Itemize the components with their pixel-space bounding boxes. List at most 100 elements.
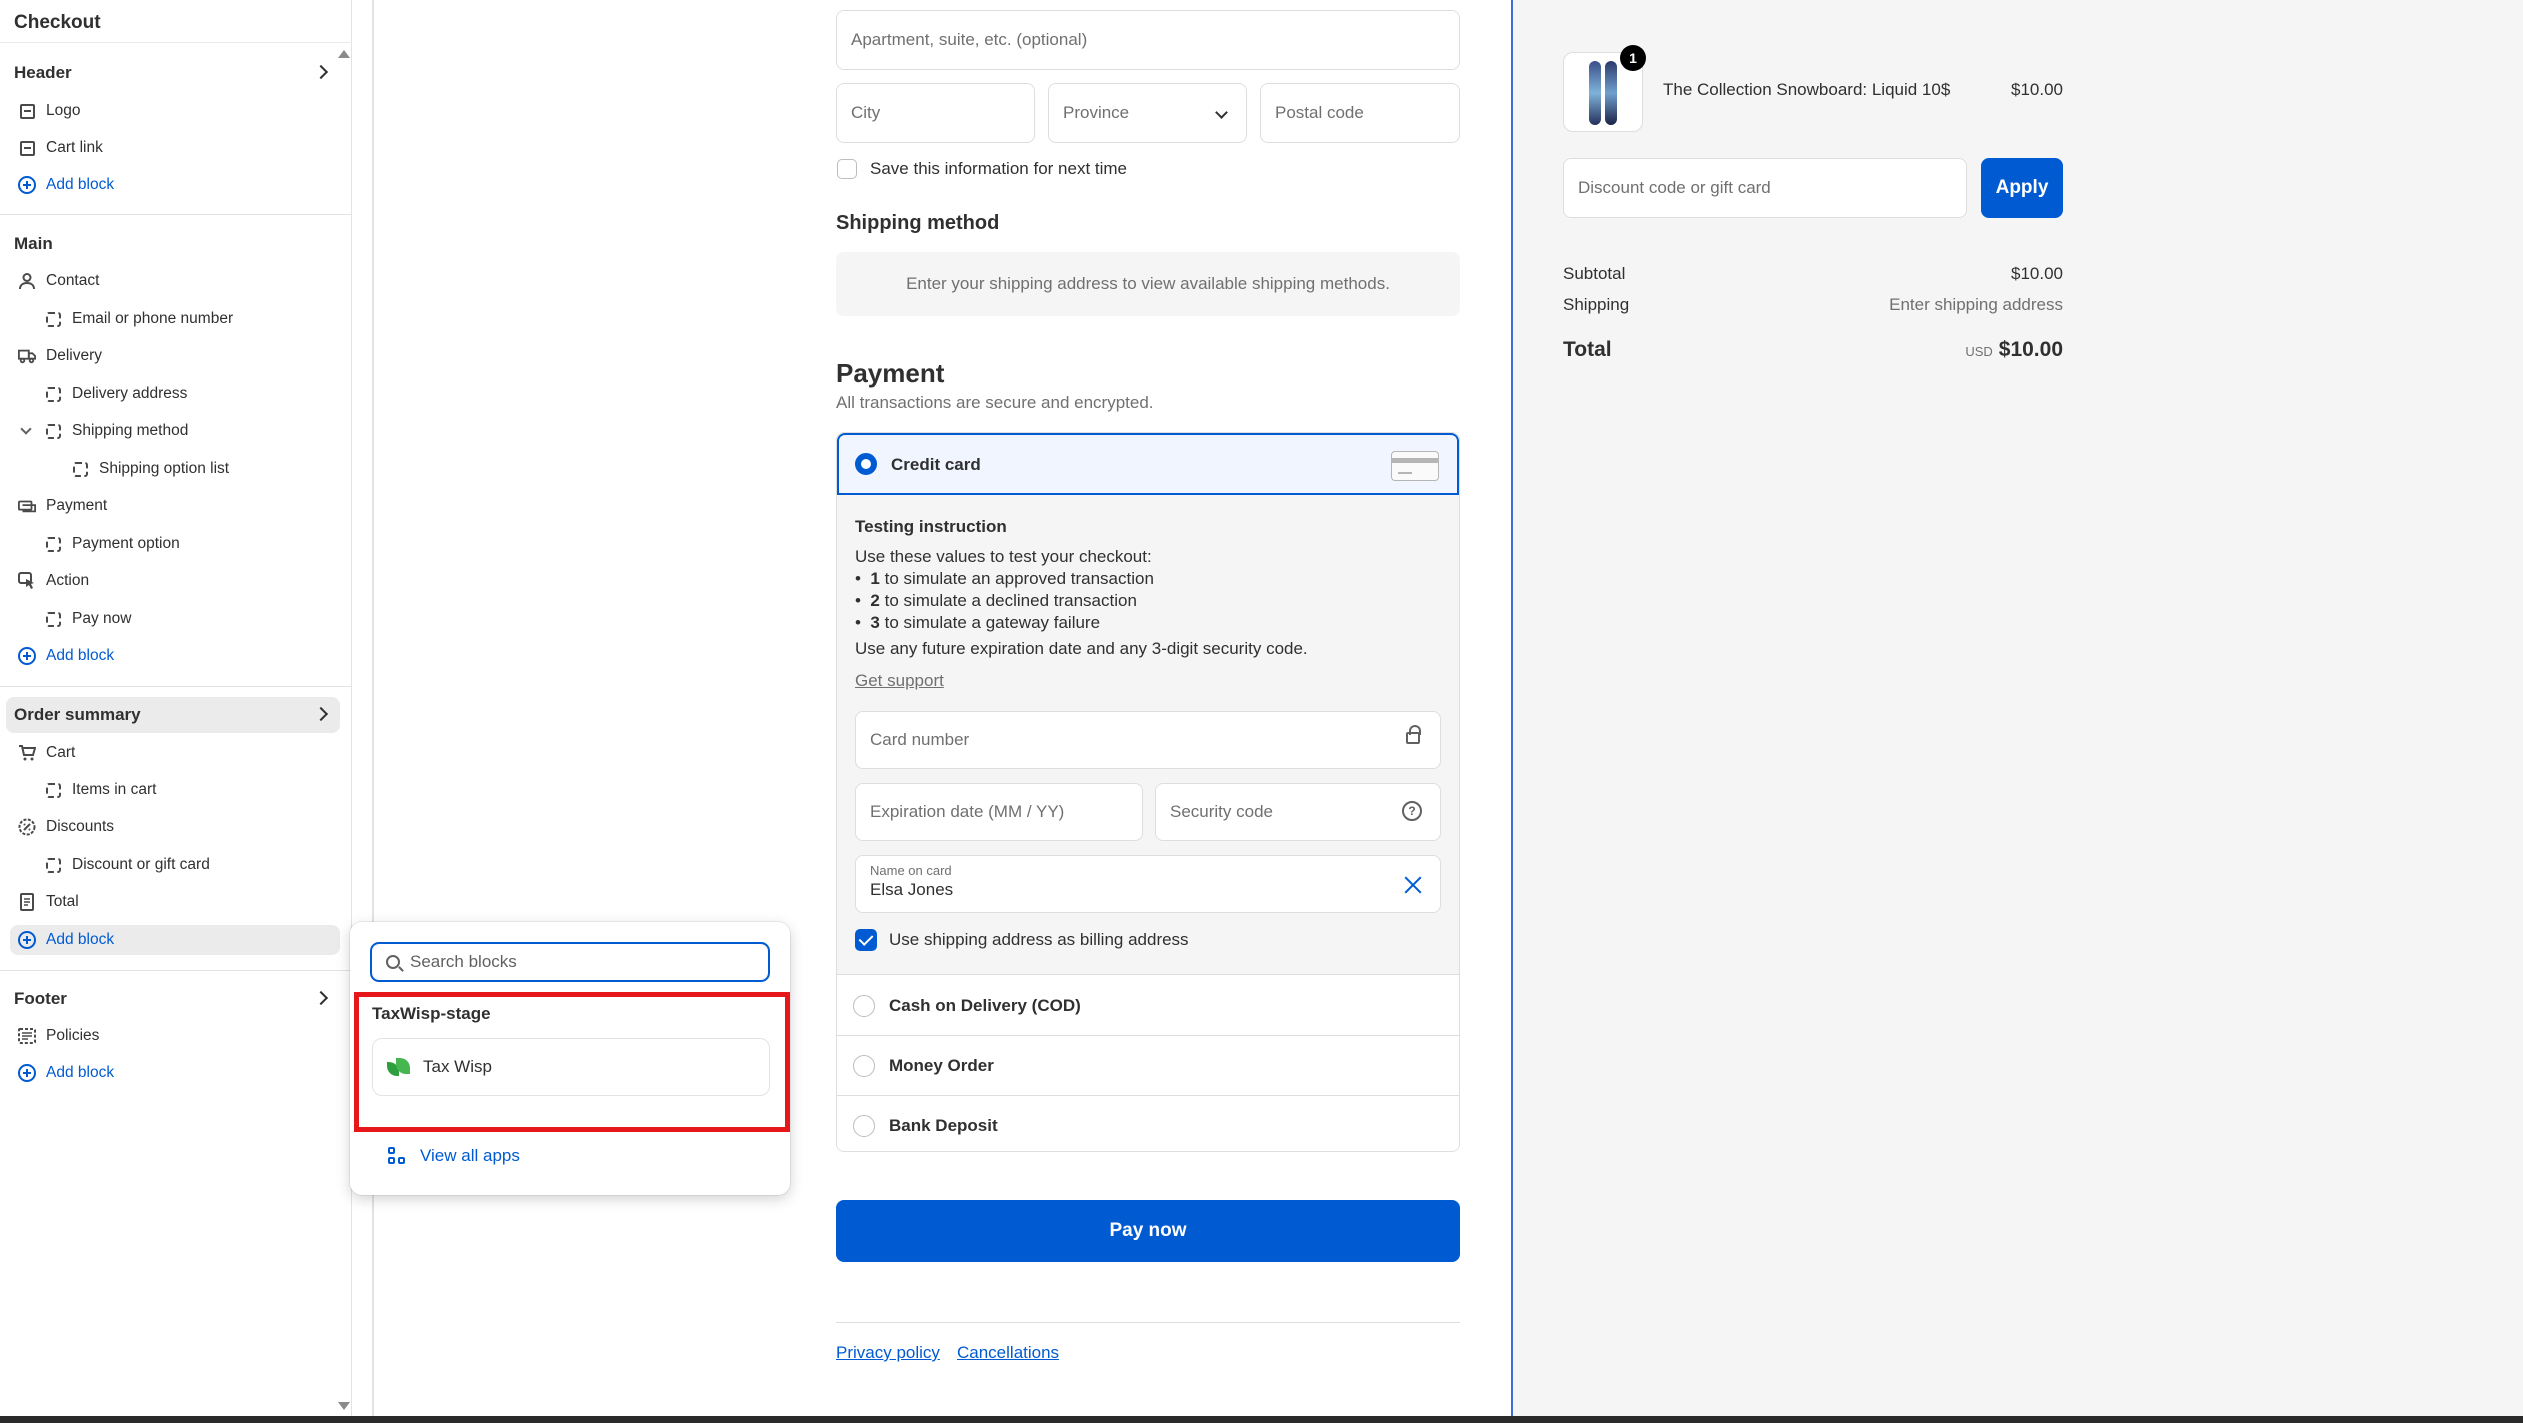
credit-card-label: Credit card — [891, 455, 981, 474]
cod-radio[interactable] — [853, 995, 875, 1017]
block-cart-link[interactable]: Cart link — [18, 133, 103, 163]
save-info-label: Save this information for next time — [870, 159, 1128, 178]
billing-same-checkbox[interactable] — [855, 929, 877, 951]
province-select[interactable]: Province — [1048, 83, 1247, 143]
discount-icon — [18, 818, 36, 836]
block-policies[interactable]: Policies — [18, 1021, 99, 1051]
apply-discount-button[interactable]: Apply — [1981, 158, 2063, 218]
apps-icon — [388, 1147, 406, 1165]
block-delivery[interactable]: Delivery — [18, 341, 102, 371]
block-total[interactable]: Total — [18, 887, 79, 917]
product-name: The Collection Snowboard: Liquid 10$ — [1663, 80, 1951, 99]
block-label: Logo — [46, 102, 81, 119]
payment-option-cod[interactable]: Cash on Delivery (COD) — [837, 976, 1459, 1036]
apartment-input[interactable]: Apartment, suite, etc. (optional) — [836, 10, 1460, 70]
divider — [0, 214, 352, 215]
section-main[interactable]: Main — [6, 226, 340, 262]
block-delivery-address[interactable]: Delivery address — [44, 379, 187, 409]
cancellations-link[interactable]: Cancellations — [957, 1343, 1059, 1363]
section-header-label: Header — [14, 63, 72, 82]
plus-circle-icon — [18, 176, 36, 194]
shipping-method-message: Enter your shipping address to view avai… — [836, 252, 1460, 316]
block-discounts[interactable]: Discounts — [18, 812, 114, 842]
section-footer[interactable]: Footer — [6, 981, 340, 1017]
get-support-link[interactable]: Get support — [855, 671, 944, 691]
postal-code-input[interactable]: Postal code — [1260, 83, 1460, 143]
credit-card-radio[interactable] — [855, 453, 877, 475]
city-input[interactable]: City — [836, 83, 1035, 143]
chevron-down-icon[interactable] — [20, 423, 32, 435]
divider — [0, 42, 352, 43]
expiration-date-input[interactable]: Expiration date (MM / YY) — [855, 783, 1143, 841]
app-block-tax-wisp[interactable]: Tax Wisp — [372, 1038, 770, 1096]
block-label: Shipping method — [72, 422, 189, 439]
view-all-apps-link[interactable]: View all apps — [388, 1146, 520, 1166]
order-summary-panel: The Collection Snowboard: Liquid 10$ $10… — [1511, 0, 2523, 1416]
security-code-input[interactable]: Security code ? — [1155, 783, 1441, 841]
section-header[interactable]: Header — [6, 55, 340, 91]
subtotal-row: Subtotal $10.00 — [1563, 264, 2063, 284]
name-on-card-input[interactable]: Name on card Elsa Jones — [855, 855, 1441, 913]
billing-same-label: Use shipping address as billing address — [889, 930, 1189, 949]
testing-bullet: • 2 to simulate a declined transaction — [855, 591, 1137, 610]
block-label: Payment — [46, 497, 108, 514]
block-label: Cart — [46, 744, 76, 761]
scroll-up-icon[interactable] — [338, 50, 350, 58]
block-label: Delivery — [46, 347, 102, 364]
dashed-block-icon — [44, 535, 62, 553]
scroll-down-icon[interactable] — [338, 1402, 350, 1410]
pay-now-button[interactable]: Pay now — [836, 1200, 1460, 1262]
help-icon[interactable]: ? — [1402, 801, 1422, 821]
total-label: Total — [1563, 338, 1612, 361]
testing-bullet: • 1 to simulate an approved transaction — [855, 569, 1154, 588]
name-on-card-label: Name on card — [870, 863, 952, 878]
search-blocks-input[interactable] — [410, 952, 750, 972]
clear-icon[interactable] — [1402, 874, 1424, 896]
block-logo[interactable]: Logo — [18, 96, 80, 126]
shipping-row: Shipping Enter shipping address — [1563, 295, 2063, 315]
block-label: Total — [46, 893, 79, 910]
app-group-title: TaxWisp-stage — [372, 1004, 491, 1023]
chevron-right-icon — [313, 990, 329, 1006]
block-payment[interactable]: Payment — [18, 491, 107, 521]
dashed-block-icon — [44, 422, 62, 440]
section-footer-label: Footer — [14, 989, 67, 1008]
summary-add-block-button[interactable]: Add block — [10, 925, 340, 955]
save-info-checkbox[interactable] — [837, 159, 857, 179]
footer-add-block-button[interactable]: Add block — [18, 1058, 114, 1088]
view-all-apps-label: View all apps — [420, 1146, 520, 1165]
section-order-summary[interactable]: Order summary — [6, 697, 340, 733]
payment-option-credit-card[interactable]: Credit card — [837, 433, 1459, 495]
bank-deposit-label: Bank Deposit — [889, 1116, 998, 1135]
money-order-radio[interactable] — [853, 1055, 875, 1077]
chevron-down-icon — [1215, 106, 1228, 119]
main-add-block-button[interactable]: Add block — [18, 641, 114, 671]
block-payment-option[interactable]: Payment option — [44, 529, 180, 559]
block-shipping-method[interactable]: Shipping method — [20, 416, 189, 446]
chevron-right-icon — [313, 64, 329, 80]
block-action[interactable]: Action — [18, 566, 89, 596]
total-row: Total USD $10.00 — [1563, 338, 2063, 362]
block-pay-now[interactable]: Pay now — [44, 604, 131, 634]
discount-code-input[interactable]: Discount code or gift card — [1563, 158, 1967, 218]
block-discount-or-gift-card[interactable]: Discount or gift card — [44, 850, 210, 880]
block-cart[interactable]: Cart — [18, 738, 75, 768]
chevron-right-icon — [313, 706, 329, 722]
privacy-policy-link[interactable]: Privacy policy — [836, 1343, 940, 1363]
block-shipping-option-list[interactable]: Shipping option list — [71, 454, 229, 484]
bank-deposit-radio[interactable] — [853, 1115, 875, 1137]
subtotal-value: $10.00 — [2011, 264, 2063, 283]
header-add-block-button[interactable]: Add block — [18, 170, 114, 200]
block-email-or-phone[interactable]: Email or phone number — [44, 304, 233, 334]
add-block-label: Add block — [46, 176, 115, 193]
card-number-input[interactable]: Card number — [855, 711, 1441, 769]
block-contact[interactable]: Contact — [18, 266, 99, 296]
payment-option-money-order[interactable]: Money Order — [837, 1036, 1459, 1096]
payment-option-bank-deposit[interactable]: Bank Deposit — [837, 1096, 1459, 1151]
truck-icon — [18, 347, 36, 365]
block-label: Pay now — [72, 610, 132, 627]
block-items-in-cart[interactable]: Items in cart — [44, 775, 156, 805]
block-label: Delivery address — [72, 385, 188, 402]
search-blocks-field[interactable] — [370, 942, 770, 982]
dashed-block-icon — [44, 385, 62, 403]
